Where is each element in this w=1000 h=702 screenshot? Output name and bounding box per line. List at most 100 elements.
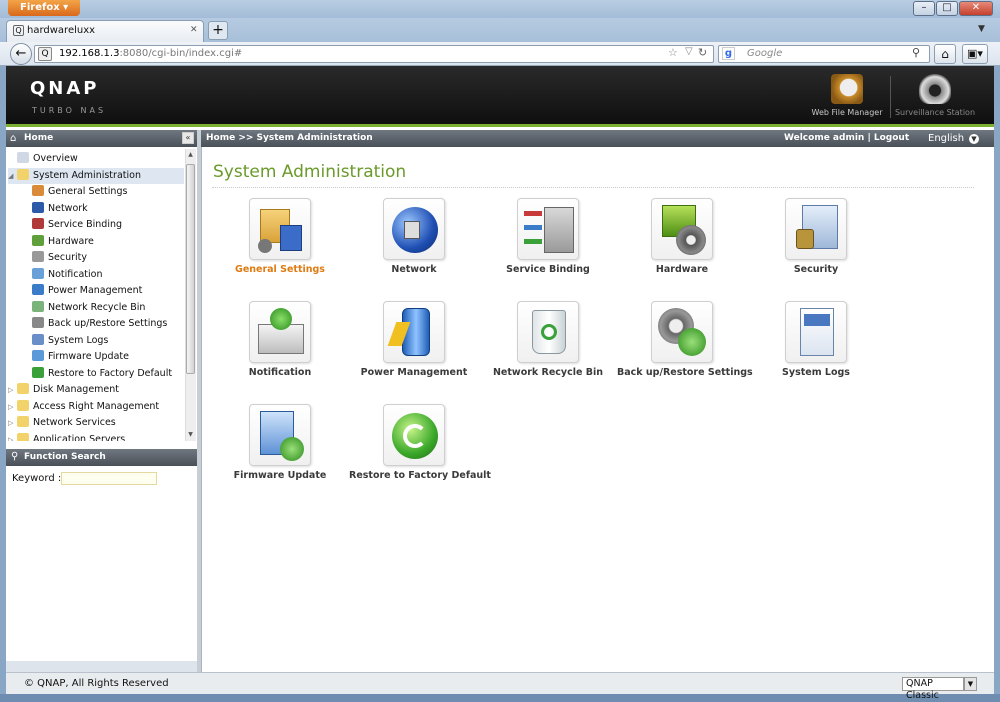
breadcrumb[interactable]: Home >> System Administration <box>206 130 373 147</box>
language-dropdown-icon[interactable]: ▼ <box>969 134 979 144</box>
tree-item[interactable]: Back up/Restore Settings <box>32 316 182 332</box>
tree-item[interactable]: Network Recycle Bin <box>32 300 182 316</box>
tab-list-icon[interactable]: ▼ <box>978 24 985 34</box>
icon-shape <box>524 225 542 230</box>
theme-select[interactable]: QNAP Classic <box>902 677 964 701</box>
tree-item[interactable]: Security <box>32 250 182 266</box>
search-icon[interactable]: ⚲ <box>912 46 920 59</box>
qnap-logo: QNAP <box>30 78 100 99</box>
tile-label[interactable]: Security <box>751 264 881 275</box>
addon-bar-button[interactable]: ▣▾ <box>962 44 988 64</box>
tree-scroll-thumb[interactable] <box>186 164 195 374</box>
url-history-icon[interactable]: ▽ <box>685 46 693 57</box>
firefox-menu-button[interactable]: Firefox ▾ <box>8 0 80 16</box>
tree-item[interactable]: ▷ Network Services <box>8 415 184 431</box>
home-icon[interactable]: ⌂ <box>934 44 956 64</box>
tree-item[interactable]: ▷ Disk Management <box>8 382 184 398</box>
network-icon <box>32 201 44 213</box>
browser-tab[interactable]: Qhardwareluxx <box>6 20 204 42</box>
tree-item[interactable]: ▷ Access Right Management <box>8 399 184 415</box>
keyword-input[interactable] <box>61 472 157 485</box>
back-arrow-icon[interactable]: ← <box>10 43 32 65</box>
tree-item[interactable]: Hardware <box>32 234 182 250</box>
tab-close-icon[interactable]: ✕ <box>190 25 200 35</box>
tile-label[interactable]: System Logs <box>751 367 881 378</box>
tree-item[interactable]: System Logs <box>32 333 182 349</box>
collapse-panel-icon[interactable]: « <box>182 132 194 144</box>
tile-service-binding[interactable]: Service Binding <box>483 198 613 275</box>
general-settings-icon[interactable] <box>249 198 311 260</box>
tile-recycle-bin[interactable]: Network Recycle Bin <box>483 301 613 378</box>
hardware-icon[interactable] <box>651 198 713 260</box>
tile-label[interactable]: Firmware Update <box>215 470 345 481</box>
reload-icon[interactable]: ↻ <box>698 46 707 59</box>
restore-icon[interactable] <box>383 404 445 466</box>
recycle-bin-icon[interactable] <box>517 301 579 363</box>
network-icon[interactable] <box>383 198 445 260</box>
tile-label[interactable]: General Settings <box>215 264 345 275</box>
tile-network[interactable]: Network <box>349 198 479 275</box>
expand-arrow-icon[interactable]: ▷ <box>8 415 17 431</box>
tile-label[interactable]: Restore to Factory Default <box>349 470 491 481</box>
tree-item[interactable]: ◢ System Administration <box>8 167 184 184</box>
expand-arrow-icon[interactable]: ▷ <box>8 399 17 415</box>
tree-item[interactable]: Notification <box>32 267 182 283</box>
language-selector[interactable]: English <box>928 130 964 148</box>
tree-item[interactable]: Restore to Factory Default <box>32 366 182 382</box>
tree-item[interactable]: Service Binding <box>32 217 182 233</box>
expand-arrow-icon[interactable]: ▷ <box>8 432 17 442</box>
scroll-down-icon[interactable]: ▼ <box>185 431 196 438</box>
tile-label[interactable]: Back up/Restore Settings <box>617 367 753 378</box>
tile-label[interactable]: Notification <box>215 367 345 378</box>
icon-shape <box>404 221 420 239</box>
tree-item[interactable]: Power Management <box>32 283 182 299</box>
expand-arrow-icon[interactable]: ▷ <box>8 382 17 398</box>
tree-item-label: Power Management <box>48 285 143 296</box>
tile-label[interactable]: Network Recycle Bin <box>483 367 613 378</box>
new-tab-button[interactable]: + <box>208 21 228 40</box>
tile-security[interactable]: Security <box>751 198 881 275</box>
notification-icon[interactable] <box>249 301 311 363</box>
tile-hardware[interactable]: Hardware <box>617 198 747 275</box>
tree-item-label: System Logs <box>48 334 109 346</box>
service-binding-icon[interactable] <box>517 198 579 260</box>
theme-dropdown-icon[interactable]: ▼ <box>964 677 977 691</box>
tile-restore[interactable]: Restore to Factory Default <box>349 404 491 481</box>
firmware-icon[interactable] <box>249 404 311 466</box>
surveillance-station-link[interactable]: Surveillance Station <box>890 74 980 117</box>
tile-general-settings[interactable]: General Settings <box>215 198 345 275</box>
tile-notification[interactable]: Notification <box>215 301 345 378</box>
tile-backup[interactable]: Back up/Restore Settings <box>617 301 753 378</box>
tile-label[interactable]: Power Management <box>349 367 479 378</box>
close-button[interactable]: ✕ <box>959 1 993 16</box>
bookmark-star-icon[interactable]: ☆ <box>668 46 678 59</box>
firmware-icon <box>32 350 44 361</box>
search-input[interactable]: Google <box>718 45 930 63</box>
power-icon[interactable] <box>383 301 445 363</box>
web-file-manager-link[interactable]: Web File Manager <box>802 74 892 117</box>
minimize-button[interactable]: – <box>913 1 935 16</box>
scroll-up-icon[interactable]: ▲ <box>185 151 196 158</box>
url-bar[interactable]: 192.168.1.3:8080/cgi-bin/index.cgi# <box>34 45 714 63</box>
tile-label[interactable]: Service Binding <box>483 264 613 275</box>
tree-item[interactable]: Network <box>32 201 182 217</box>
tree-item[interactable]: Firmware Update <box>32 349 182 365</box>
tree-item[interactable]: ▷ Application Servers <box>8 432 184 442</box>
security-icon[interactable] <box>785 198 847 260</box>
site-identity-icon[interactable]: Q <box>38 47 52 61</box>
welcome-logout[interactable]: Welcome admin | Logout <box>784 130 909 147</box>
system-logs-icon[interactable] <box>785 301 847 363</box>
tile-label[interactable]: Hardware <box>617 264 747 275</box>
tile-power[interactable]: Power Management <box>349 301 479 378</box>
tree-item-label: Service Binding <box>48 219 123 230</box>
backup-icon[interactable] <box>651 301 713 363</box>
notification-icon <box>32 267 44 279</box>
tree-item[interactable]: General Settings <box>32 184 182 200</box>
google-icon[interactable]: g <box>722 47 735 60</box>
maximize-button[interactable]: □ <box>936 1 958 16</box>
tile-system-logs[interactable]: System Logs <box>751 301 881 378</box>
tile-firmware[interactable]: Firmware Update <box>215 404 345 481</box>
tile-label[interactable]: Network <box>349 264 479 275</box>
expand-arrow-icon[interactable]: ◢ <box>8 168 17 184</box>
tree-item[interactable]: Overview <box>8 151 184 167</box>
